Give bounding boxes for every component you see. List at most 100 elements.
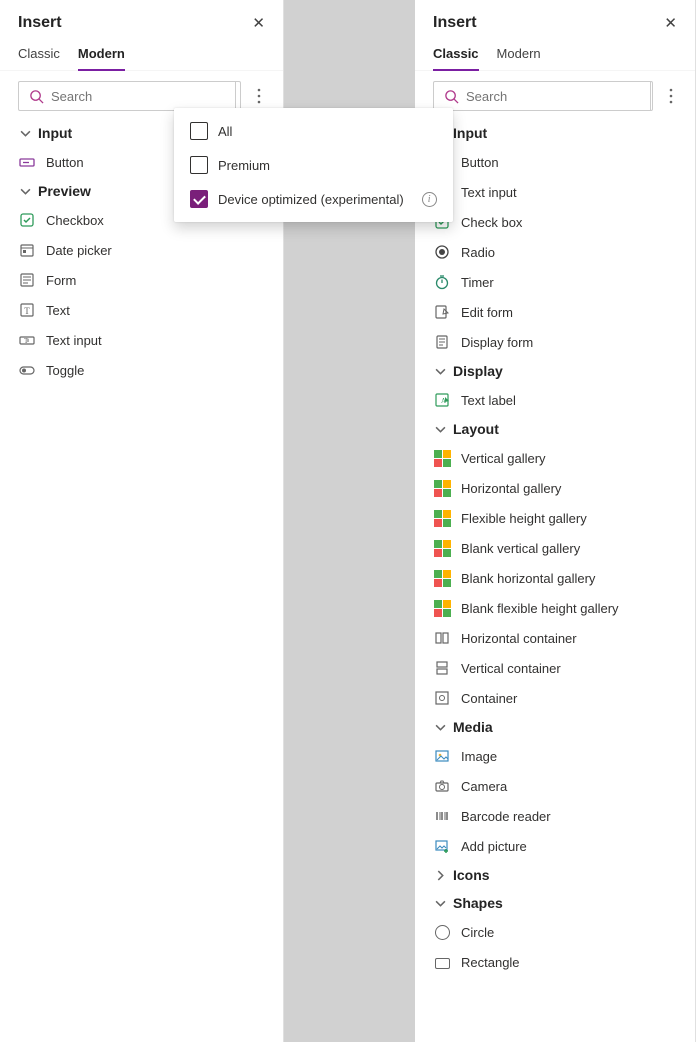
group-title: Layout (453, 421, 499, 437)
overflow-button[interactable] (245, 81, 273, 111)
tab-modern[interactable]: Modern (497, 46, 541, 71)
insert-item[interactable]: Radio (415, 237, 695, 267)
insert-item[interactable]: Date picker (0, 235, 283, 265)
insert-item[interactable]: Timer (415, 267, 695, 297)
item-label: Date picker (46, 243, 112, 258)
checkbox-icon[interactable] (190, 190, 208, 208)
insert-item[interactable]: Horizontal container (415, 623, 695, 653)
item-label: Rectangle (461, 955, 520, 970)
insert-item[interactable]: Add picture (415, 831, 695, 861)
insert-item[interactable]: Flexible height gallery (415, 503, 695, 533)
item-label: Circle (461, 925, 494, 940)
item-label: Timer (461, 275, 494, 290)
item-label: Radio (461, 245, 495, 260)
item-label: Text input (46, 333, 102, 348)
insert-item[interactable]: Blank vertical gallery (415, 533, 695, 563)
item-label: Toggle (46, 363, 84, 378)
group-header-input[interactable]: Input (415, 119, 695, 147)
insert-item[interactable]: TText input (415, 177, 695, 207)
tab-modern[interactable]: Modern (78, 46, 125, 71)
item-label: Vertical container (461, 661, 561, 676)
control-tree: Input Button TText inputCheck box Radio Time… (415, 119, 695, 977)
item-label: Text label (461, 393, 516, 408)
close-icon[interactable]: ✕ (248, 10, 269, 36)
panel-title: Insert (18, 14, 62, 32)
insert-item[interactable]: Circle (415, 917, 695, 947)
filter-button[interactable] (235, 82, 241, 110)
close-icon[interactable]: ✕ (660, 10, 681, 36)
group-title: Preview (38, 183, 91, 199)
insert-item[interactable]: Edit form (415, 297, 695, 327)
addpicture-icon (433, 837, 451, 855)
chevron-right-icon (433, 868, 447, 882)
item-label: Button (46, 155, 84, 170)
gallery-icon (433, 599, 451, 617)
tab-classic[interactable]: Classic (18, 46, 60, 71)
vcontainer-icon (433, 659, 451, 677)
search-input[interactable] (466, 89, 642, 104)
chevron-down-icon (18, 184, 32, 198)
insert-item[interactable]: Barcode reader (415, 801, 695, 831)
filter-option[interactable]: All (180, 114, 447, 148)
insert-item[interactable]: Horizontal gallery (415, 473, 695, 503)
textlabel-icon: A (433, 391, 451, 409)
insert-item[interactable]: T Text input (0, 325, 283, 355)
insert-item[interactable]: Container (415, 683, 695, 713)
barcode-icon (433, 807, 451, 825)
group-title: Shapes (453, 895, 503, 911)
item-label: Horizontal container (461, 631, 577, 646)
checkbox-icon[interactable] (190, 156, 208, 174)
search-input[interactable] (51, 89, 227, 104)
insert-item[interactable]: Blank flexible height gallery (415, 593, 695, 623)
insert-item[interactable]: Check box (415, 207, 695, 237)
search-icon (27, 87, 45, 105)
checkbox-icon[interactable] (190, 122, 208, 140)
filter-button[interactable] (650, 82, 653, 110)
item-label: Edit form (461, 305, 513, 320)
timer-icon (433, 273, 451, 291)
tab-classic[interactable]: Classic (433, 46, 479, 71)
group-header-display[interactable]: Display (415, 357, 695, 385)
item-label: Container (461, 691, 517, 706)
circle-shape-icon (433, 923, 451, 941)
text-icon: T (18, 301, 36, 319)
checkbox-icon (18, 211, 36, 229)
insert-item[interactable]: Image (415, 741, 695, 771)
hcontainer-icon (433, 629, 451, 647)
group-header-icons[interactable]: Icons (415, 861, 695, 889)
gallery-icon (433, 449, 451, 467)
item-label: Form (46, 273, 76, 288)
gallery-icon (433, 569, 451, 587)
image-icon (433, 747, 451, 765)
panel-header: Insert ✕ (415, 0, 695, 38)
insert-item[interactable]: Vertical container (415, 653, 695, 683)
group-header-shapes[interactable]: Shapes (415, 889, 695, 917)
insert-item[interactable]: Toggle (0, 355, 283, 385)
item-label: Button (461, 155, 499, 170)
svg-text:T: T (24, 306, 30, 316)
insert-item[interactable]: A Text label (415, 385, 695, 415)
textinput-icon: T (18, 331, 36, 349)
datepicker-icon (18, 241, 36, 259)
item-label: Blank horizontal gallery (461, 571, 595, 586)
camera-icon (433, 777, 451, 795)
group-header-media[interactable]: Media (415, 713, 695, 741)
insert-item[interactable]: Vertical gallery (415, 443, 695, 473)
insert-item[interactable]: Display form (415, 327, 695, 357)
insert-item[interactable]: Camera (415, 771, 695, 801)
insert-item[interactable]: Form (0, 265, 283, 295)
insert-item[interactable]: Rectangle (415, 947, 695, 977)
filter-option[interactable]: Premium (180, 148, 447, 182)
insert-item[interactable]: Button (415, 147, 695, 177)
info-icon[interactable]: i (422, 192, 437, 207)
overflow-button[interactable] (657, 81, 685, 111)
group-header-layout[interactable]: Layout (415, 415, 695, 443)
item-label: Flexible height gallery (461, 511, 587, 526)
svg-text:A: A (441, 397, 446, 405)
filter-option[interactable]: Device optimized (experimental)i (180, 182, 447, 216)
insert-item[interactable]: Blank horizontal gallery (415, 563, 695, 593)
chevron-down-icon (18, 126, 32, 140)
tabs: Classic Modern (415, 38, 695, 71)
item-label: Camera (461, 779, 507, 794)
insert-item[interactable]: TText (0, 295, 283, 325)
